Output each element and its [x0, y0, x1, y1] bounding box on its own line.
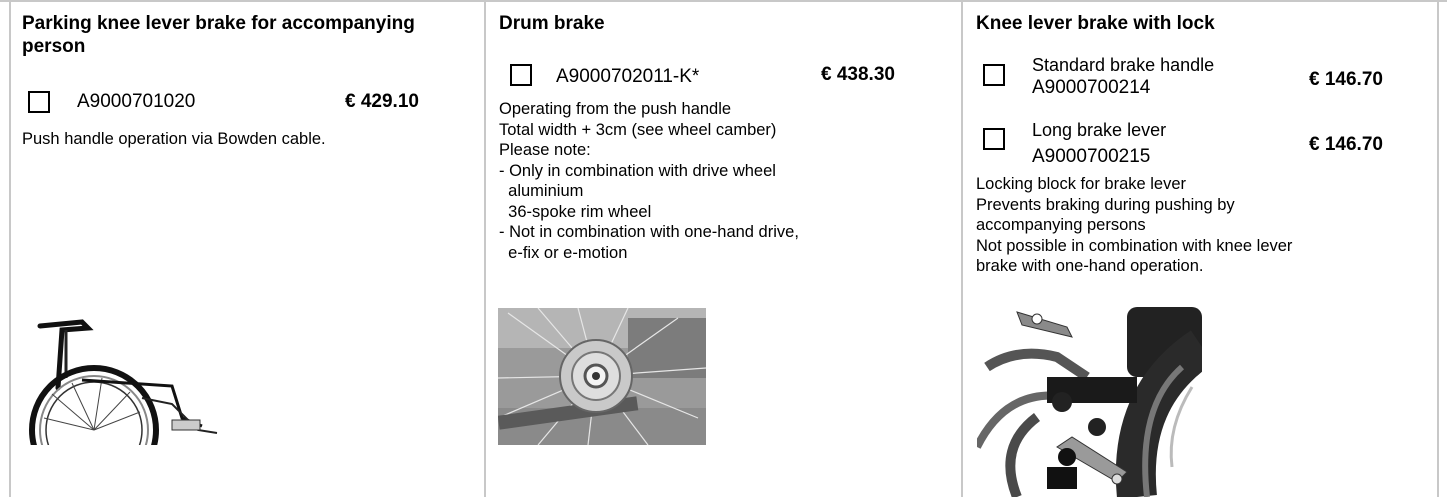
option-description-line: - Only in combination with drive wheel: [499, 161, 776, 180]
option-column-parking-brake: Parking knee lever brake for accompanyin…: [11, 0, 484, 497]
option-description-line: accompanying persons: [976, 216, 1146, 234]
option-description-line: e-fix or e-motion: [499, 243, 628, 262]
knee-lever-brake-lock-image: [977, 307, 1202, 497]
option-checkbox[interactable]: [983, 64, 1005, 86]
option-price: € 146.70: [1309, 134, 1383, 155]
option-description-line: Total width + 3cm (see wheel camber): [499, 120, 777, 139]
article-code: A9000700215: [1032, 146, 1151, 167]
option-checkbox[interactable]: [28, 91, 50, 113]
option-name: Standard brake handle: [1032, 55, 1215, 75]
article-code: A9000702011-K*: [556, 66, 700, 87]
article-code: A9000700214: [1032, 77, 1151, 98]
drum-brake-hub-image: [498, 308, 706, 445]
option-price: € 429.10: [345, 91, 419, 112]
option-description-line: Locking block for brake lever: [976, 175, 1187, 193]
option-price: € 146.70: [1309, 69, 1383, 90]
option-name: Long brake lever: [1032, 120, 1167, 140]
option-description-line: Operating from the push handle: [499, 100, 732, 118]
product-options-table: Parking knee lever brake for accompanyin…: [0, 0, 1447, 497]
option-description-line: Prevents braking during pushing by: [976, 195, 1235, 214]
option-description-line: brake with one-hand operation.: [976, 257, 1204, 275]
option-description-line: aluminium: [499, 182, 584, 200]
option-checkbox[interactable]: [983, 128, 1005, 150]
option-column-knee-lever-lock: Knee lever brake with lock Standard brak…: [963, 0, 1437, 497]
option-description-line: 36-spoke rim wheel: [499, 202, 652, 221]
option-checkbox[interactable]: [510, 64, 532, 86]
column-heading: Knee lever brake with lock: [976, 13, 1215, 34]
option-description-line: Not possible in combination with knee le…: [976, 236, 1293, 255]
article-code: A9000701020: [77, 91, 196, 112]
option-description: Push handle operation via Bowden cable.: [22, 130, 326, 148]
wheelchair-side-view-image: [22, 308, 227, 445]
column-divider-right: [1437, 0, 1439, 497]
column-heading: Parking knee lever brake for accompanyin…: [22, 13, 415, 57]
option-description-line: - Not in combination with one-hand drive…: [499, 223, 799, 241]
option-price: € 438.30: [821, 64, 895, 85]
option-description-line: Please note:: [499, 141, 591, 159]
column-heading: Drum brake: [499, 13, 605, 34]
option-column-drum-brake: Drum brake A9000702011-K* € 438.30 Opera…: [486, 0, 961, 497]
